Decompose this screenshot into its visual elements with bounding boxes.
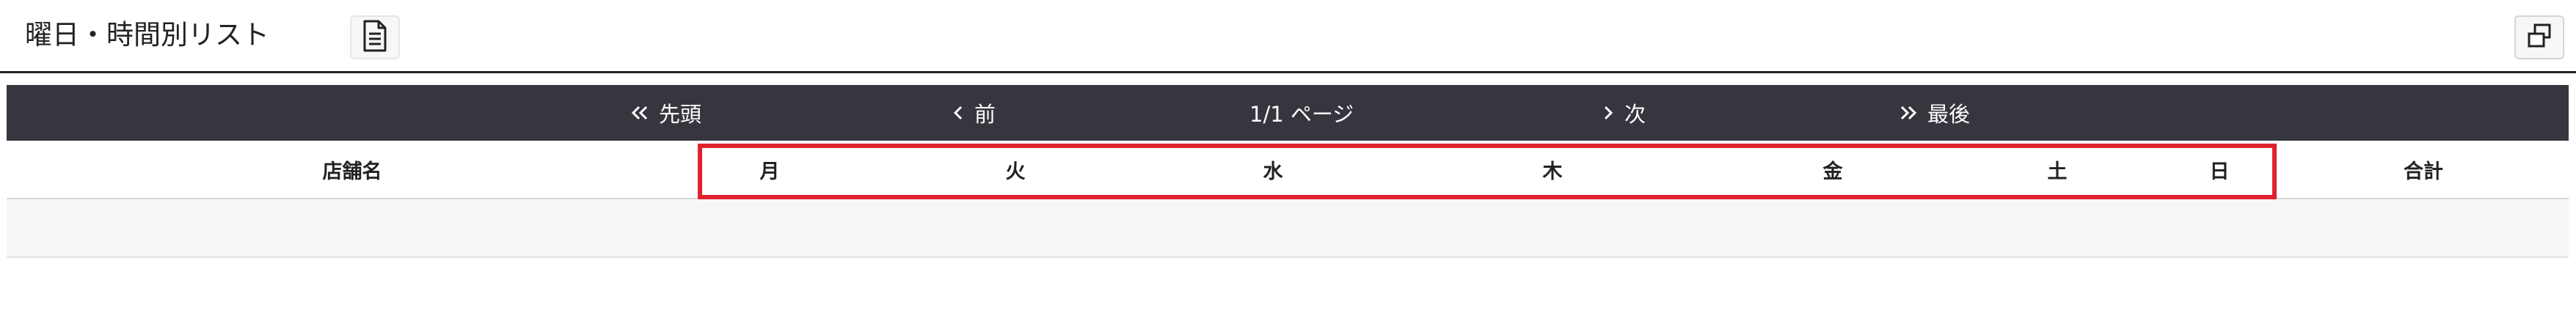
column-header-tue[interactable]: 火 xyxy=(986,141,1045,198)
pager-first-label: 先頭 xyxy=(659,102,702,127)
table-row xyxy=(7,199,2569,258)
window-restore-icon xyxy=(2525,21,2554,53)
column-header-total[interactable]: 合計 xyxy=(2299,141,2548,198)
document-button[interactable] xyxy=(350,15,400,59)
pager-next-link[interactable]: 次 xyxy=(1602,85,1646,141)
pager-prev-label: 前 xyxy=(974,102,996,127)
pager-next-label: 次 xyxy=(1624,102,1646,127)
page: 曜日・時間別リスト 先頭 前 1/1 ページ 次 最後 店舗名 月 火 水 木 … xyxy=(0,0,2576,318)
double-chevron-right-icon xyxy=(1900,104,1917,122)
document-icon xyxy=(360,19,390,56)
chevron-left-icon xyxy=(952,104,964,122)
column-header-wed[interactable]: 水 xyxy=(1244,141,1302,198)
pager-first-link[interactable]: 先頭 xyxy=(631,85,701,141)
pager-prev-link[interactable]: 前 xyxy=(952,85,996,141)
column-header-thu[interactable]: 木 xyxy=(1523,141,1582,198)
window-restore-button[interactable] xyxy=(2514,15,2564,59)
page-title: 曜日・時間別リスト xyxy=(25,19,269,51)
pagination-bar: 先頭 前 1/1 ページ 次 最後 xyxy=(7,85,2569,141)
column-header-store[interactable]: 店舗名 xyxy=(7,141,698,198)
double-chevron-left-icon xyxy=(631,104,649,122)
table-header-row: 店舗名 月 火 水 木 金 土 日 合計 xyxy=(7,141,2569,199)
page-info: 1/1 ページ xyxy=(1249,102,1354,127)
column-header-sat[interactable]: 土 xyxy=(2028,141,2087,198)
page-header: 曜日・時間別リスト xyxy=(0,0,2576,73)
column-header-fri[interactable]: 金 xyxy=(1803,141,1862,198)
column-header-sun[interactable]: 日 xyxy=(2190,141,2249,198)
pager-last-link[interactable]: 最後 xyxy=(1900,85,1970,141)
pager-last-label: 最後 xyxy=(1927,102,1971,127)
chevron-right-icon xyxy=(1602,104,1614,122)
column-header-mon[interactable]: 月 xyxy=(740,141,799,198)
